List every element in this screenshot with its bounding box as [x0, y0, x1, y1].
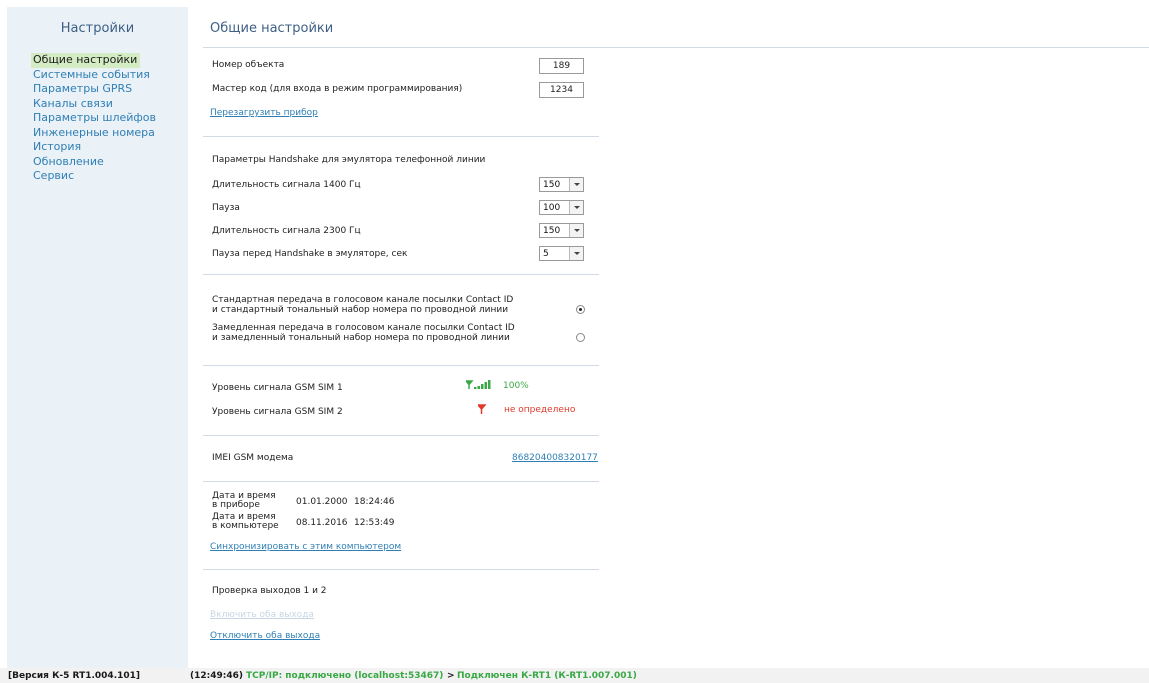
- signal-2300-select[interactable]: 150: [539, 223, 584, 238]
- sidebar-item-update[interactable]: Обновление: [33, 155, 156, 170]
- status-bar: [Версия К-5 RT1.004.101] (12:49:46) TCP/…: [0, 668, 1149, 683]
- page-title: Общие настройки: [210, 21, 334, 36]
- connection-status: TCP/IP: подключено (localhost:53467): [246, 671, 444, 681]
- sync-time-link[interactable]: Синхронизировать с этим компьютером: [210, 542, 401, 552]
- standard-transmission-label: Стандартная передача в голосовом канале …: [212, 295, 513, 315]
- object-number-input[interactable]: 189: [539, 58, 584, 74]
- master-code-input[interactable]: 1234: [539, 82, 584, 98]
- outputs-heading: Проверка выходов 1 и 2: [212, 586, 327, 596]
- disable-outputs-link[interactable]: Отключить оба выхода: [210, 631, 320, 641]
- standard-transmission-line1: Стандартная передача в голосовом канале …: [212, 295, 514, 305]
- device-datetime-label-line2: в приборе: [212, 500, 260, 510]
- chevron-down-icon[interactable]: [569, 201, 583, 214]
- reboot-device-link[interactable]: Перезагрузить прибор: [210, 108, 318, 118]
- section-divider: [203, 481, 599, 482]
- pause-value: 100: [543, 203, 561, 213]
- imei-value-link[interactable]: 868204008320177: [512, 453, 598, 463]
- chevron-down-icon[interactable]: [569, 178, 583, 191]
- chevron-down-icon[interactable]: [569, 224, 583, 237]
- gsm-sim2-label: Уровень сигнала GSM SIM 2: [212, 407, 343, 417]
- section-divider: [203, 136, 599, 137]
- device-datetime-label: Дата и время в приборе: [212, 492, 276, 510]
- sidebar-item-loops[interactable]: Параметры шлейфов: [33, 111, 156, 126]
- handshake-heading: Параметры Handshake для эмулятора телефо…: [212, 155, 486, 165]
- sidebar-item-general[interactable]: Общие настройки: [31, 53, 141, 68]
- sidebar-menu: Общие настройки Системные события Параме…: [31, 53, 156, 184]
- sidebar-item-gprs[interactable]: Параметры GPRS: [33, 82, 156, 97]
- device-status: Подключен К-RT1 (К-RT1.007.001): [457, 671, 637, 681]
- gsm-sim1-label: Уровень сигнала GSM SIM 1: [212, 383, 343, 393]
- pc-datetime-label: Дата и время в компьютере: [212, 513, 279, 531]
- sidebar-title: Настройки: [60, 21, 135, 36]
- signal-1400-select[interactable]: 150: [539, 177, 584, 192]
- status-arrow-icon: >: [447, 671, 455, 681]
- pc-date: 08.11.2016: [296, 518, 348, 528]
- title-divider: [203, 47, 1149, 48]
- pause-before-value: 5: [543, 249, 549, 259]
- pause-before-label: Пауза перед Handshake в эмуляторе, сек: [212, 249, 408, 259]
- chevron-down-icon[interactable]: [569, 247, 583, 260]
- object-number-label: Номер объекта: [212, 60, 285, 70]
- section-divider: [203, 365, 599, 366]
- sidebar-item-channels[interactable]: Каналы связи: [33, 97, 156, 112]
- slow-transmission-radio[interactable]: [576, 333, 585, 342]
- signal-1400-value: 150: [543, 180, 561, 190]
- imei-label: IMEI GSM модема: [212, 453, 294, 463]
- pc-time: 12:53:49: [354, 518, 395, 528]
- sidebar: Настройки Общие настройки Системные собы…: [7, 7, 188, 668]
- slow-transmission-line2: и замедленный тональный набор номера по …: [212, 333, 510, 343]
- enable-outputs-link[interactable]: Включить оба выхода: [210, 610, 314, 620]
- slow-transmission-label: Замедленная передача в голосовом канале …: [212, 323, 515, 343]
- signal-1400-label: Длительность сигнала 1400 Гц: [212, 180, 361, 190]
- version-label: [Версия К-5 RT1.004.101]: [8, 671, 141, 681]
- device-time: 18:24:46: [354, 497, 395, 507]
- signal-2300-value: 150: [543, 226, 561, 236]
- master-code-label: Мастер код (для входа в режим программир…: [212, 84, 463, 94]
- sidebar-item-system-events[interactable]: Системные события: [33, 68, 156, 83]
- pause-before-select[interactable]: 5: [539, 246, 584, 261]
- sidebar-item-service[interactable]: Сервис: [33, 169, 156, 184]
- pause-select[interactable]: 100: [539, 200, 584, 215]
- standard-transmission-line2: и стандартный тональный набор номера по …: [212, 305, 509, 315]
- slow-transmission-line1: Замедленная передача в голосовом канале …: [212, 323, 515, 333]
- pause-label: Пауза: [212, 203, 240, 213]
- section-divider: [203, 274, 599, 275]
- device-date: 01.01.2000: [296, 497, 348, 507]
- signal-bars-icon: [466, 380, 491, 389]
- section-divider: [203, 569, 599, 570]
- gsm-sim2-value: не определено: [504, 405, 576, 415]
- standard-transmission-radio[interactable]: [576, 305, 585, 314]
- signal-2300-label: Длительность сигнала 2300 Гц: [212, 226, 361, 236]
- status-time: (12:49:46): [190, 671, 243, 681]
- gsm-sim1-value: 100%: [503, 381, 529, 391]
- sidebar-item-engineer-numbers[interactable]: Инженерные номера: [33, 126, 156, 141]
- no-signal-antenna-icon: [478, 404, 486, 414]
- pc-datetime-label-line2: в компьютере: [212, 521, 279, 531]
- sidebar-item-history[interactable]: История: [33, 140, 156, 155]
- section-divider: [203, 435, 599, 436]
